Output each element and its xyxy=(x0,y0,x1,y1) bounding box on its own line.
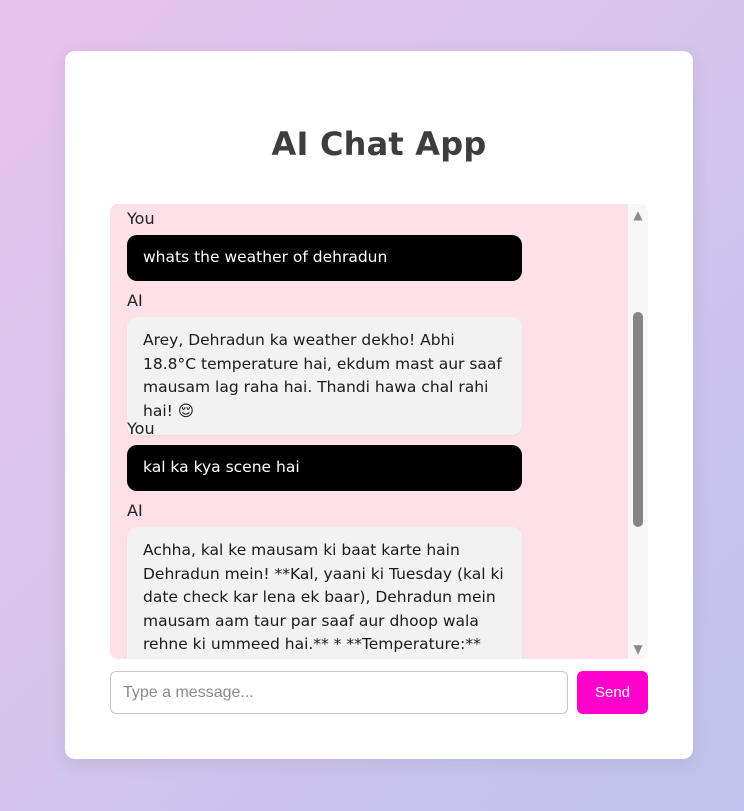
message-sender: You xyxy=(127,419,155,438)
message-sender: You xyxy=(127,209,155,228)
message-input[interactable] xyxy=(110,671,568,714)
scroll-up-arrow-icon[interactable]: ▲ xyxy=(631,209,645,221)
message-sender: AI xyxy=(127,501,143,520)
message-item: You kal ka kya scene hai xyxy=(127,419,522,491)
message-item: AI Achha, kal ke mausam ki baat karte ha… xyxy=(127,501,522,659)
user-message-bubble: whats the weather of dehradun xyxy=(127,235,522,281)
message-item: You whats the weather of dehradun xyxy=(127,209,522,281)
message-item: AI Arey, Dehradun ka weather dekho! Abhi… xyxy=(127,291,522,435)
ai-message-bubble: Achha, kal ke mausam ki baat karte hain … xyxy=(127,527,522,659)
message-list[interactable]: You whats the weather of dehradun AI Are… xyxy=(110,204,628,659)
scrollbar-thumb[interactable] xyxy=(633,312,643,527)
ai-message-bubble: Arey, Dehradun ka weather dekho! Abhi 18… xyxy=(127,317,522,435)
page-title: AI Chat App xyxy=(271,125,487,163)
scroll-down-arrow-icon[interactable]: ▼ xyxy=(631,643,645,655)
chat-card: AI Chat App You whats the weather of deh… xyxy=(65,51,693,759)
send-button[interactable]: Send xyxy=(577,671,648,714)
message-sender: AI xyxy=(127,291,143,310)
chat-scrollbar[interactable]: ▲ ▼ xyxy=(628,204,648,659)
chat-window: You whats the weather of dehradun AI Are… xyxy=(110,204,648,659)
user-message-bubble: kal ka kya scene hai xyxy=(127,445,522,491)
